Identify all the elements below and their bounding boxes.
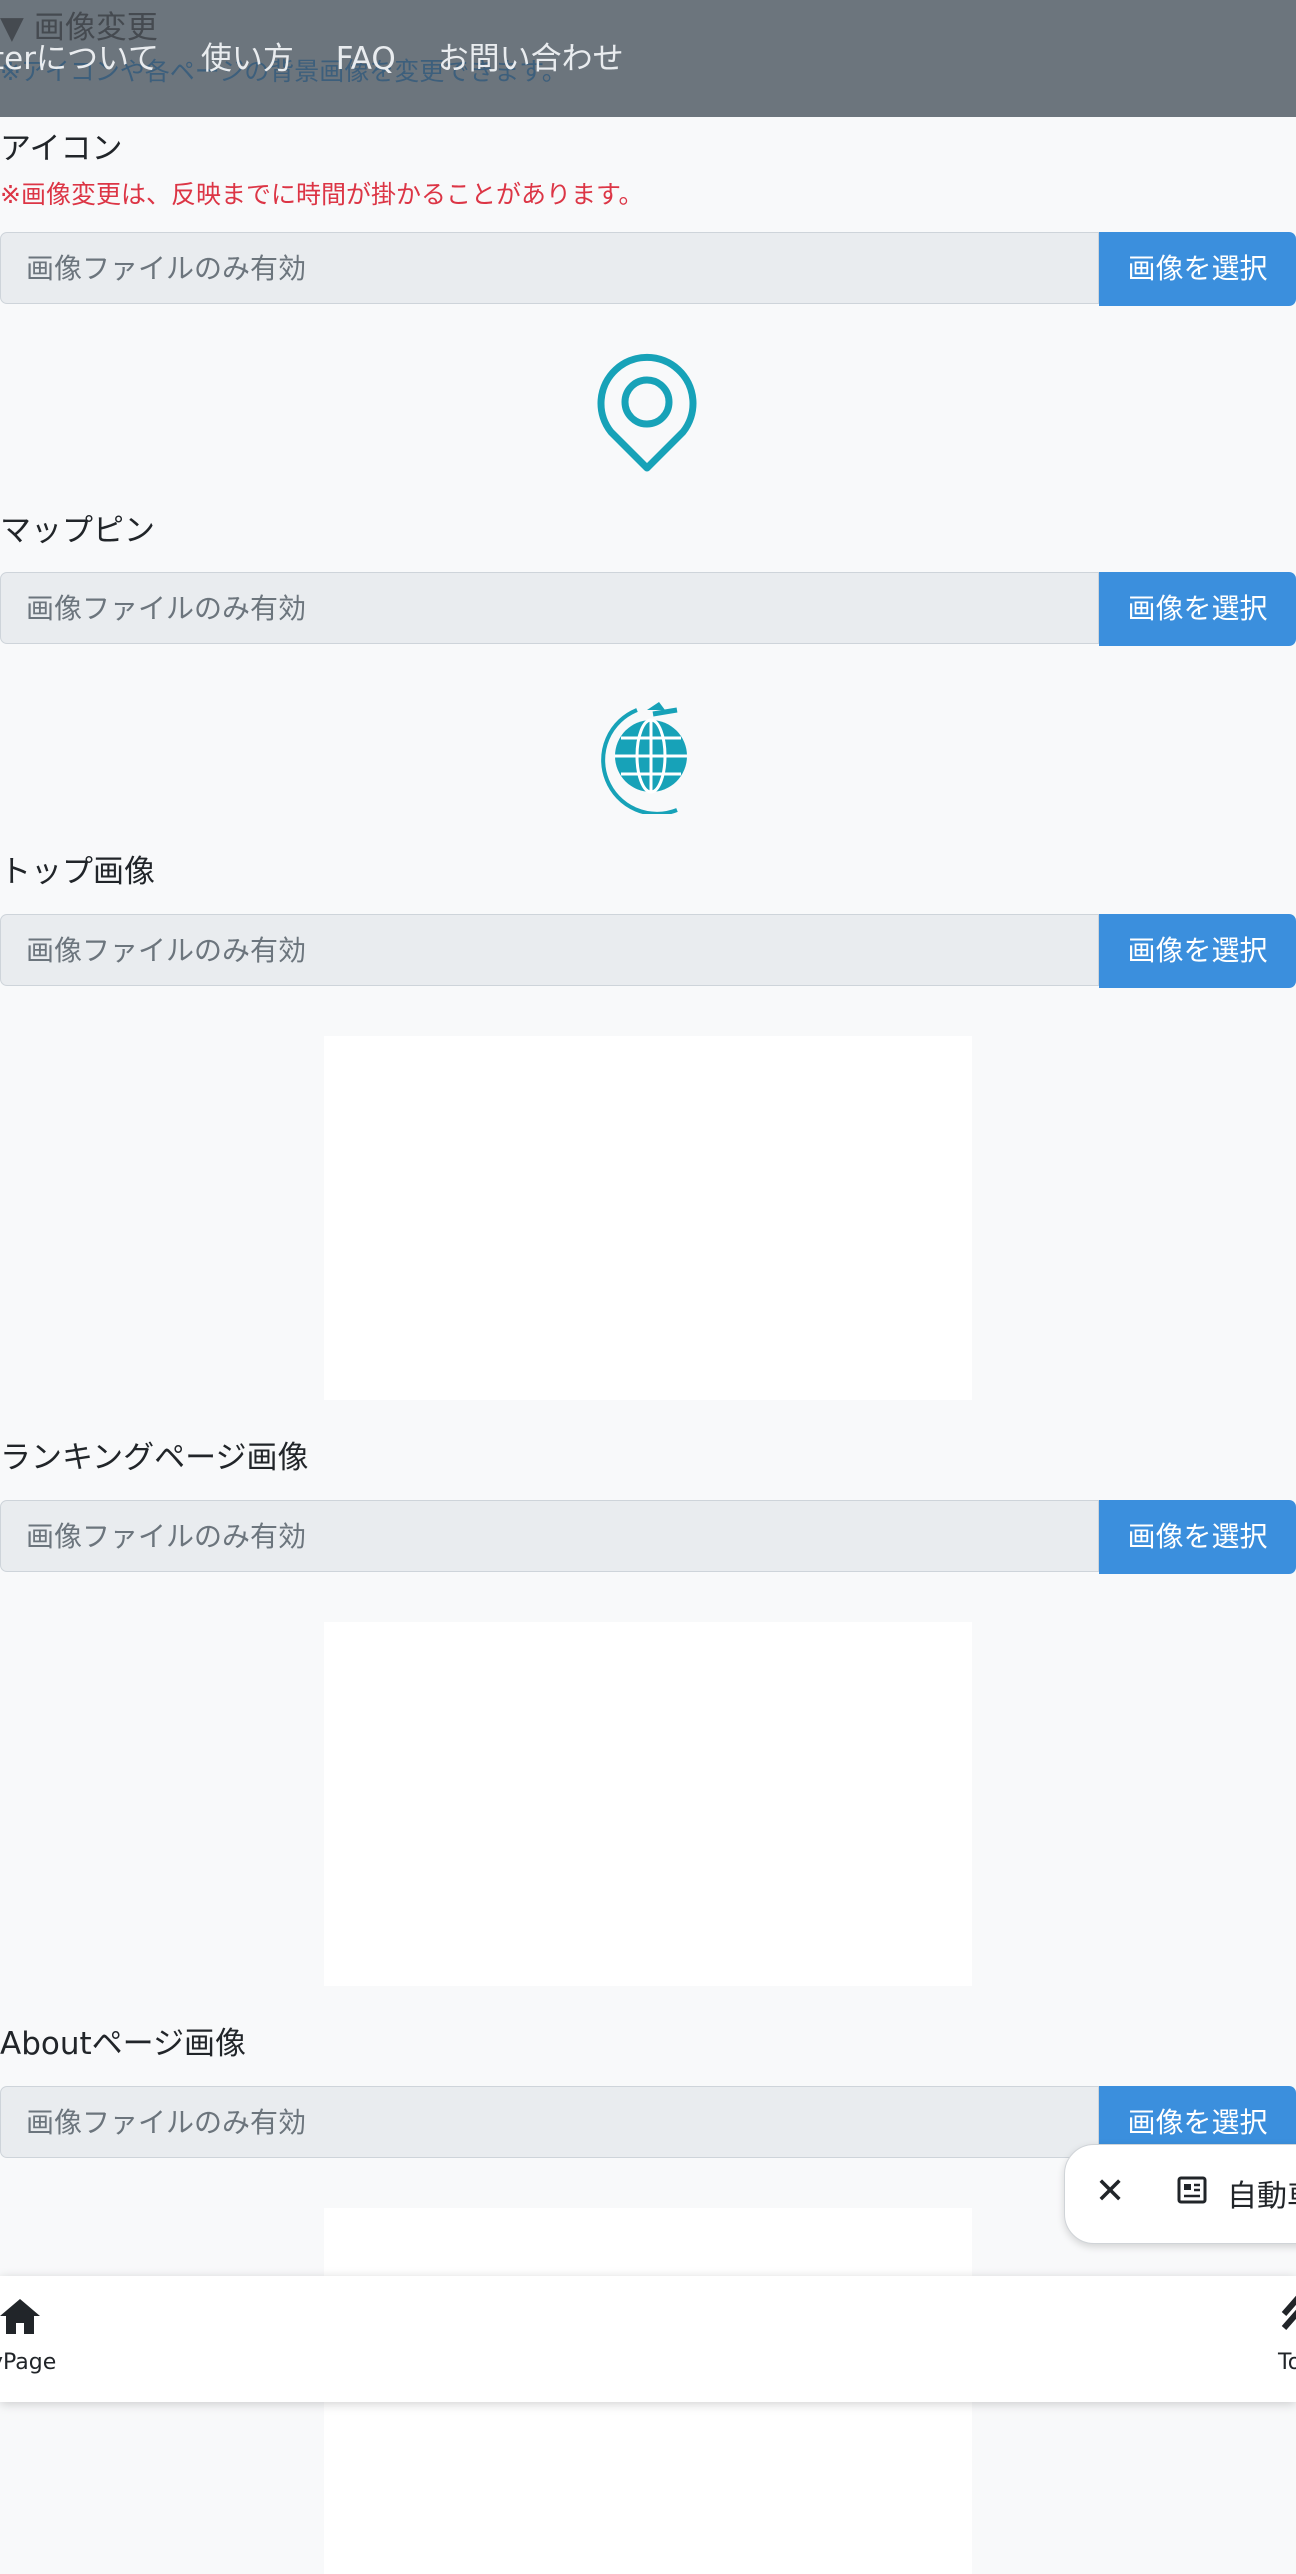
top-image-select-button[interactable]: 画像を選択 xyxy=(1099,914,1296,988)
floating-card: ✕ 自動車 xyxy=(1064,2144,1296,2244)
bottom-nav-mypage-label[interactable]: yPage xyxy=(0,2350,56,2375)
mappin-file-input[interactable]: 画像ファイルのみ有効 xyxy=(0,572,1099,644)
ranking-image-preview xyxy=(324,1622,972,1986)
bottom-nav: yPage To xyxy=(0,2276,1296,2402)
mappin-file-row: 画像ファイルのみ有効 画像を選択 xyxy=(0,572,1296,646)
top-image-section-label: トップ画像 xyxy=(0,854,155,890)
top-image-file-input[interactable]: 画像ファイルのみ有効 xyxy=(0,914,1099,986)
partial-icon[interactable] xyxy=(1280,2294,1296,2336)
home-icon[interactable] xyxy=(0,2296,44,2336)
nav-item-howto[interactable]: 使い方 xyxy=(201,41,294,77)
map-pin-icon xyxy=(597,353,697,472)
nav-item-contact[interactable]: お問い合わせ xyxy=(438,41,624,77)
ranking-image-file-input[interactable]: 画像ファイルのみ有効 xyxy=(0,1500,1099,1572)
nav-item-faq[interactable]: FAQ xyxy=(336,41,396,77)
mappin-select-button[interactable]: 画像を選択 xyxy=(1099,572,1296,646)
icon-section-label: アイコン xyxy=(0,131,123,167)
close-icon[interactable]: ✕ xyxy=(1095,2171,1125,2212)
ranking-image-file-row: 画像ファイルのみ有効 画像を選択 xyxy=(0,1500,1296,1574)
globe-icon xyxy=(601,702,687,814)
floating-card-label[interactable]: 自動車 xyxy=(1227,2171,1296,2215)
icon-file-input[interactable]: 画像ファイルのみ有効 xyxy=(0,232,1099,304)
header-bar: ▼ 画像変更 ※アイコンや各ページの背景画像を変更できます。 terについて 使… xyxy=(0,0,1296,117)
newspaper-icon xyxy=(1177,2176,1207,2204)
top-image-file-row: 画像ファイルのみ有効 画像を選択 xyxy=(0,914,1296,988)
mappin-section-label: マップピン xyxy=(0,513,155,549)
top-nav: terについて 使い方 FAQ お問い合わせ xyxy=(0,33,656,78)
icon-file-row: 画像ファイルのみ有効 画像を選択 xyxy=(0,232,1296,306)
about-image-file-input[interactable]: 画像ファイルのみ有効 xyxy=(0,2086,1099,2158)
nav-item-about[interactable]: terについて xyxy=(0,41,159,77)
bottom-nav-right-label[interactable]: To xyxy=(1278,2350,1296,2375)
ranking-image-select-button[interactable]: 画像を選択 xyxy=(1099,1500,1296,1574)
warning-text: ※画像変更は、反映までに時間が掛かることがあります。 xyxy=(0,180,644,209)
icon-select-button[interactable]: 画像を選択 xyxy=(1099,232,1296,306)
top-image-preview xyxy=(324,1036,972,1400)
about-image-section-label: Aboutページ画像 xyxy=(0,2026,247,2062)
ranking-image-section-label: ランキングページ画像 xyxy=(0,1440,309,1476)
